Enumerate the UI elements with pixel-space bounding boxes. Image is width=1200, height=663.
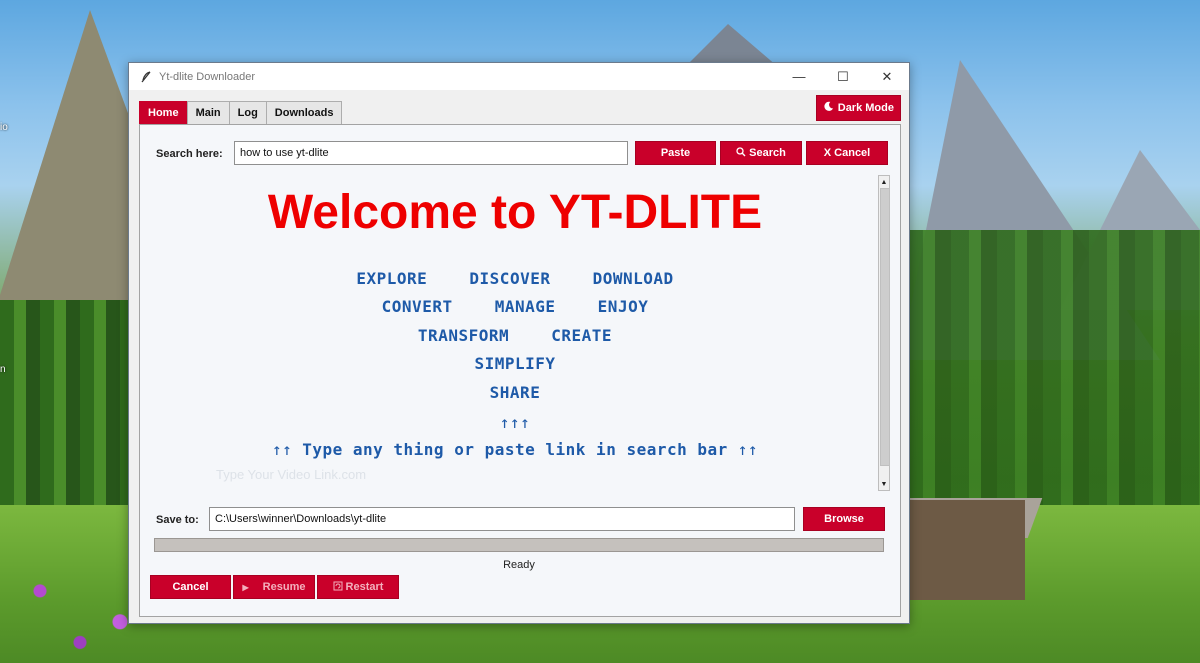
tab-main[interactable]: Main	[186, 101, 230, 124]
search-button[interactable]: Search	[720, 141, 802, 165]
keyword: MANAGE	[494, 297, 556, 316]
cancel-button[interactable]: Cancel	[150, 575, 231, 599]
magnifier-icon	[736, 146, 746, 160]
hint-text: Type any thing or paste link in search b…	[302, 440, 728, 459]
search-label: Search here:	[156, 148, 223, 160]
search-cancel-button[interactable]: X Cancel	[806, 141, 888, 165]
desktop-icon-label[interactable]: n	[0, 364, 6, 375]
scroll-up-icon[interactable]: ▲	[880, 177, 888, 187]
welcome-text-area[interactable]: Welcome to YT-DLITE EXPLORE DISCOVER DOW…	[154, 175, 876, 493]
window-title: Yt-dlite Downloader	[159, 70, 255, 83]
scroll-down-icon[interactable]: ▼	[880, 479, 888, 489]
restart-button-label: Restart	[345, 581, 384, 593]
keyword: DOWNLOAD	[592, 269, 674, 288]
welcome-headline: Welcome to YT-DLITE	[267, 186, 763, 239]
desktop-cabin	[905, 500, 1025, 600]
restart-button[interactable]: Restart	[317, 575, 399, 599]
keyword: CONVERT	[381, 297, 453, 316]
save-path-input[interactable]	[209, 507, 795, 531]
minimize-button[interactable]: —	[777, 63, 821, 90]
status-text: Ready	[503, 559, 535, 571]
app-window: Yt-dlite Downloader — ☐ ✕ Home Main Log …	[128, 62, 910, 624]
paste-button[interactable]: Paste	[635, 141, 716, 165]
title-bar[interactable]: Yt-dlite Downloader — ☐ ✕	[129, 63, 909, 90]
hint-row: ↑↑ Type any thing or paste link in search…	[154, 440, 876, 459]
keyword-row: SHARE	[154, 383, 876, 402]
up-arrows-icon: ↑↑↑	[499, 413, 531, 432]
up-arrows-icon: ↑↑	[737, 440, 759, 459]
tab-log[interactable]: Log	[228, 101, 267, 124]
keyword: SHARE	[489, 383, 541, 402]
feather-icon	[139, 70, 153, 84]
tab-downloads[interactable]: Downloads	[265, 101, 343, 124]
scrollbar-thumb[interactable]	[880, 188, 890, 466]
keyword-row: CONVERT MANAGE ENJOY	[154, 297, 876, 316]
keyword-row: SIMPLIFY	[154, 354, 876, 373]
up-arrows-icon: ↑↑	[271, 440, 293, 459]
dark-mode-label: Dark Mode	[837, 102, 894, 114]
keyword: ENJOY	[597, 297, 649, 316]
restart-icon	[333, 581, 343, 594]
search-button-label: Search	[749, 147, 786, 159]
vertical-scrollbar[interactable]: ▲ ▼	[878, 175, 890, 491]
search-input[interactable]	[234, 141, 628, 165]
keyword: EXPLORE	[356, 269, 428, 288]
resume-button[interactable]: ▶ Resume	[233, 575, 315, 599]
keyword: CREATE	[551, 326, 613, 345]
tab-home[interactable]: Home	[139, 101, 188, 124]
save-to-label: Save to:	[156, 514, 199, 526]
close-button[interactable]: ✕	[865, 63, 909, 90]
tab-bar: Home Main Log Downloads	[139, 101, 343, 124]
desktop-forest-left	[0, 300, 130, 520]
resume-button-label: Resume	[262, 581, 306, 593]
faint-placeholder-text: Type Your Video Link.com	[216, 467, 367, 482]
maximize-button[interactable]: ☐	[821, 63, 865, 90]
download-progress-bar	[154, 538, 884, 552]
desktop-forest-right	[905, 230, 1200, 510]
keyword-row: EXPLORE DISCOVER DOWNLOAD	[154, 269, 876, 288]
play-icon: ▶	[242, 582, 249, 592]
keyword: TRANSFORM	[417, 326, 510, 345]
keyword: SIMPLIFY	[474, 354, 556, 373]
up-arrows: ↑↑↑	[154, 413, 876, 432]
window-client: Home Main Log Downloads Dark Mode Search…	[129, 90, 909, 623]
dark-mode-button[interactable]: Dark Mode	[815, 95, 901, 121]
browse-button[interactable]: Browse	[803, 507, 885, 531]
moon-icon	[823, 101, 834, 115]
keyword: DISCOVER	[469, 269, 551, 288]
keyword-row: TRANSFORM CREATE	[154, 326, 876, 345]
desktop-icon-label[interactable]: io	[0, 122, 8, 133]
home-panel: Search here: Paste Search X Cancel Welco…	[139, 124, 901, 617]
